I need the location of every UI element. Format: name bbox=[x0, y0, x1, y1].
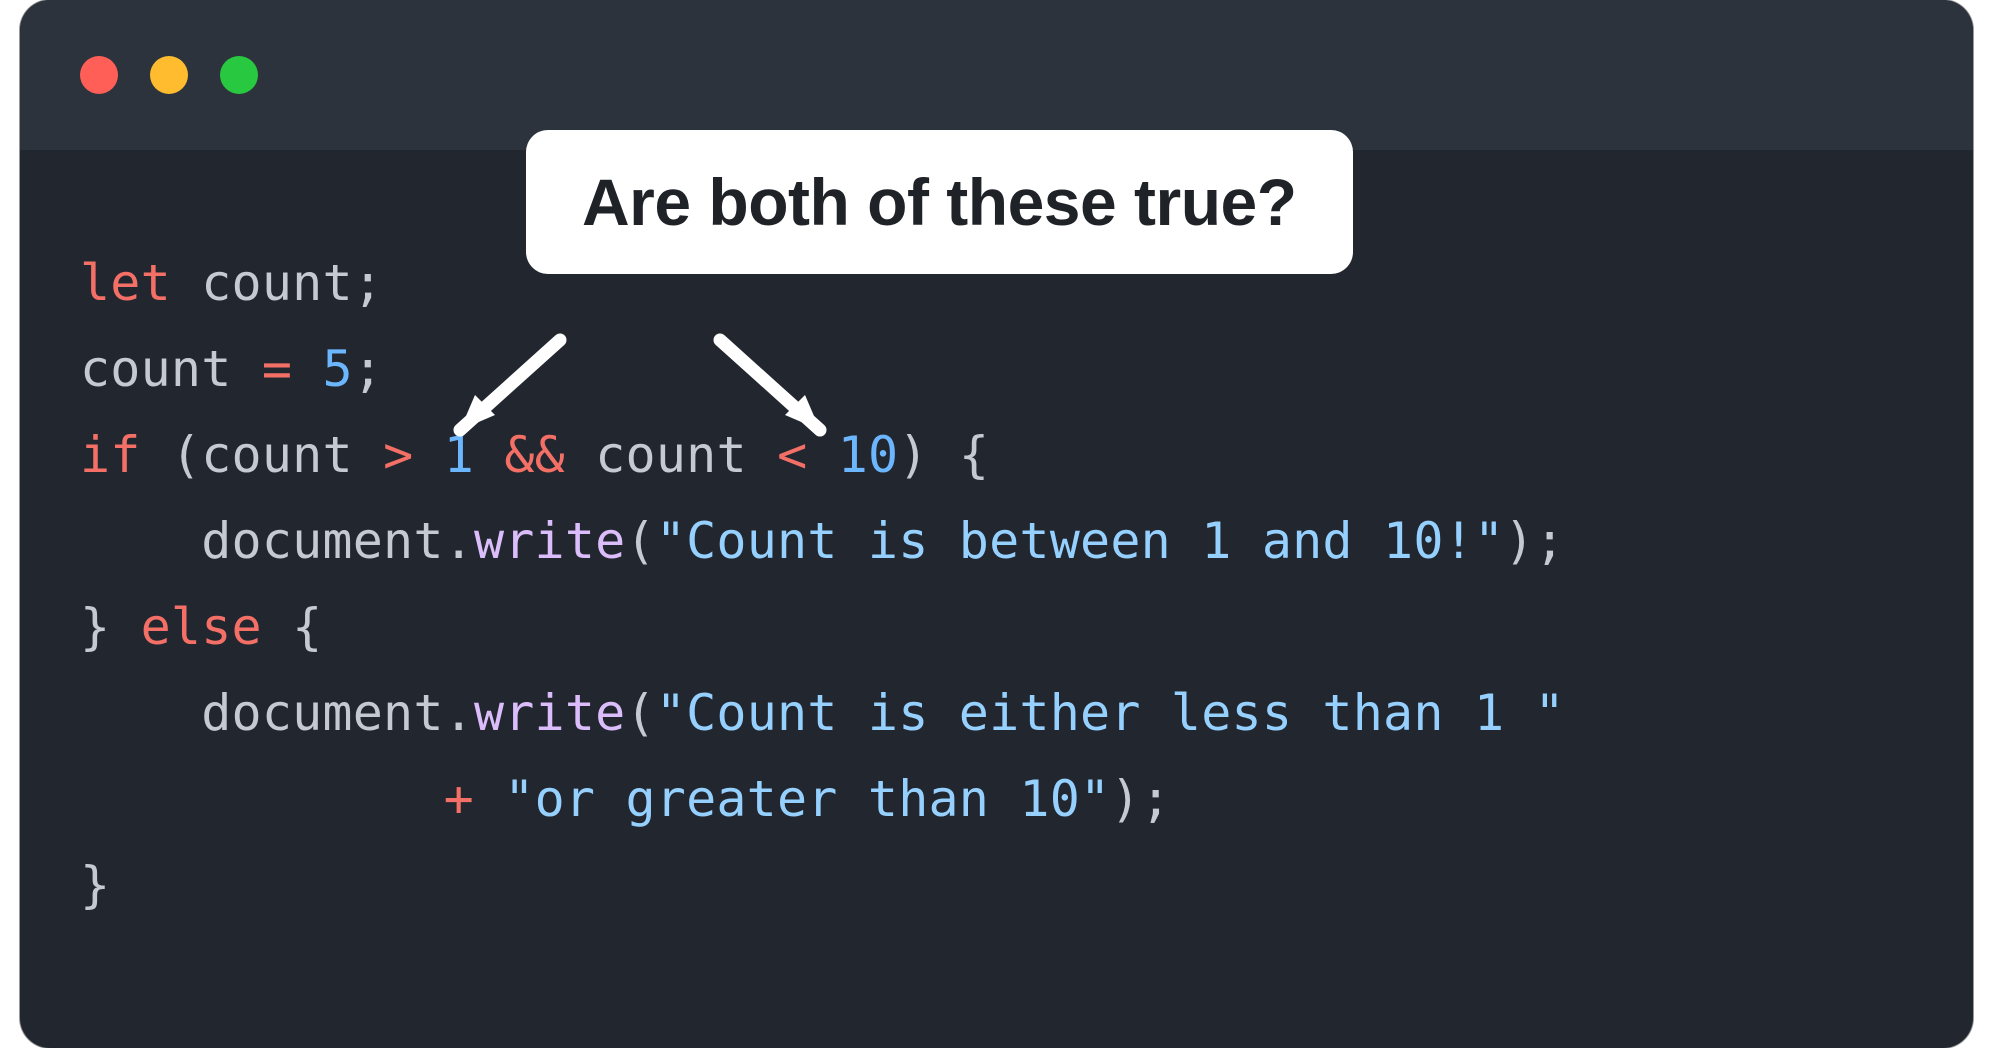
number-10: 10 bbox=[838, 426, 899, 484]
identifier-count: count bbox=[201, 254, 353, 312]
callout-text: Are both of these true? bbox=[582, 165, 1297, 239]
operator-gt: > bbox=[383, 426, 413, 484]
code-line-2: count = 5; bbox=[80, 340, 383, 398]
operator-lt: < bbox=[777, 426, 807, 484]
code-line-7: + "or greater than 10"); bbox=[80, 770, 1171, 828]
operator-and: && bbox=[504, 426, 565, 484]
code-block: let count; count = 5; if (count > 1 && c… bbox=[20, 150, 1973, 988]
code-line-3: if (count > 1 && count < 10) { bbox=[80, 426, 989, 484]
code-line-5: } else { bbox=[80, 598, 322, 656]
code-window: let count; count = 5; if (count > 1 && c… bbox=[20, 0, 1973, 1048]
maximize-icon[interactable] bbox=[220, 56, 258, 94]
identifier-document: document bbox=[201, 512, 443, 570]
keyword-if: if bbox=[80, 426, 141, 484]
number-5: 5 bbox=[322, 340, 352, 398]
function-write: write bbox=[474, 512, 626, 570]
keyword-else: else bbox=[141, 598, 262, 656]
code-line-8: } bbox=[80, 856, 110, 914]
string-less-than: "Count is either less than 1 " bbox=[656, 684, 1565, 742]
close-icon[interactable] bbox=[80, 56, 118, 94]
operator-assign: = bbox=[262, 340, 292, 398]
number-1: 1 bbox=[444, 426, 474, 484]
string-greater-than: "or greater than 10" bbox=[504, 770, 1110, 828]
window-titlebar bbox=[20, 0, 1973, 150]
string-between: "Count is between 1 and 10!" bbox=[656, 512, 1504, 570]
keyword-let: let bbox=[80, 254, 171, 312]
code-line-4: document.write("Count is between 1 and 1… bbox=[80, 512, 1565, 570]
annotation-callout: Are both of these true? bbox=[526, 130, 1353, 274]
minimize-icon[interactable] bbox=[150, 56, 188, 94]
code-line-1: let count; bbox=[80, 254, 383, 312]
operator-plus: + bbox=[444, 770, 474, 828]
code-line-6: document.write("Count is either less tha… bbox=[80, 684, 1565, 742]
